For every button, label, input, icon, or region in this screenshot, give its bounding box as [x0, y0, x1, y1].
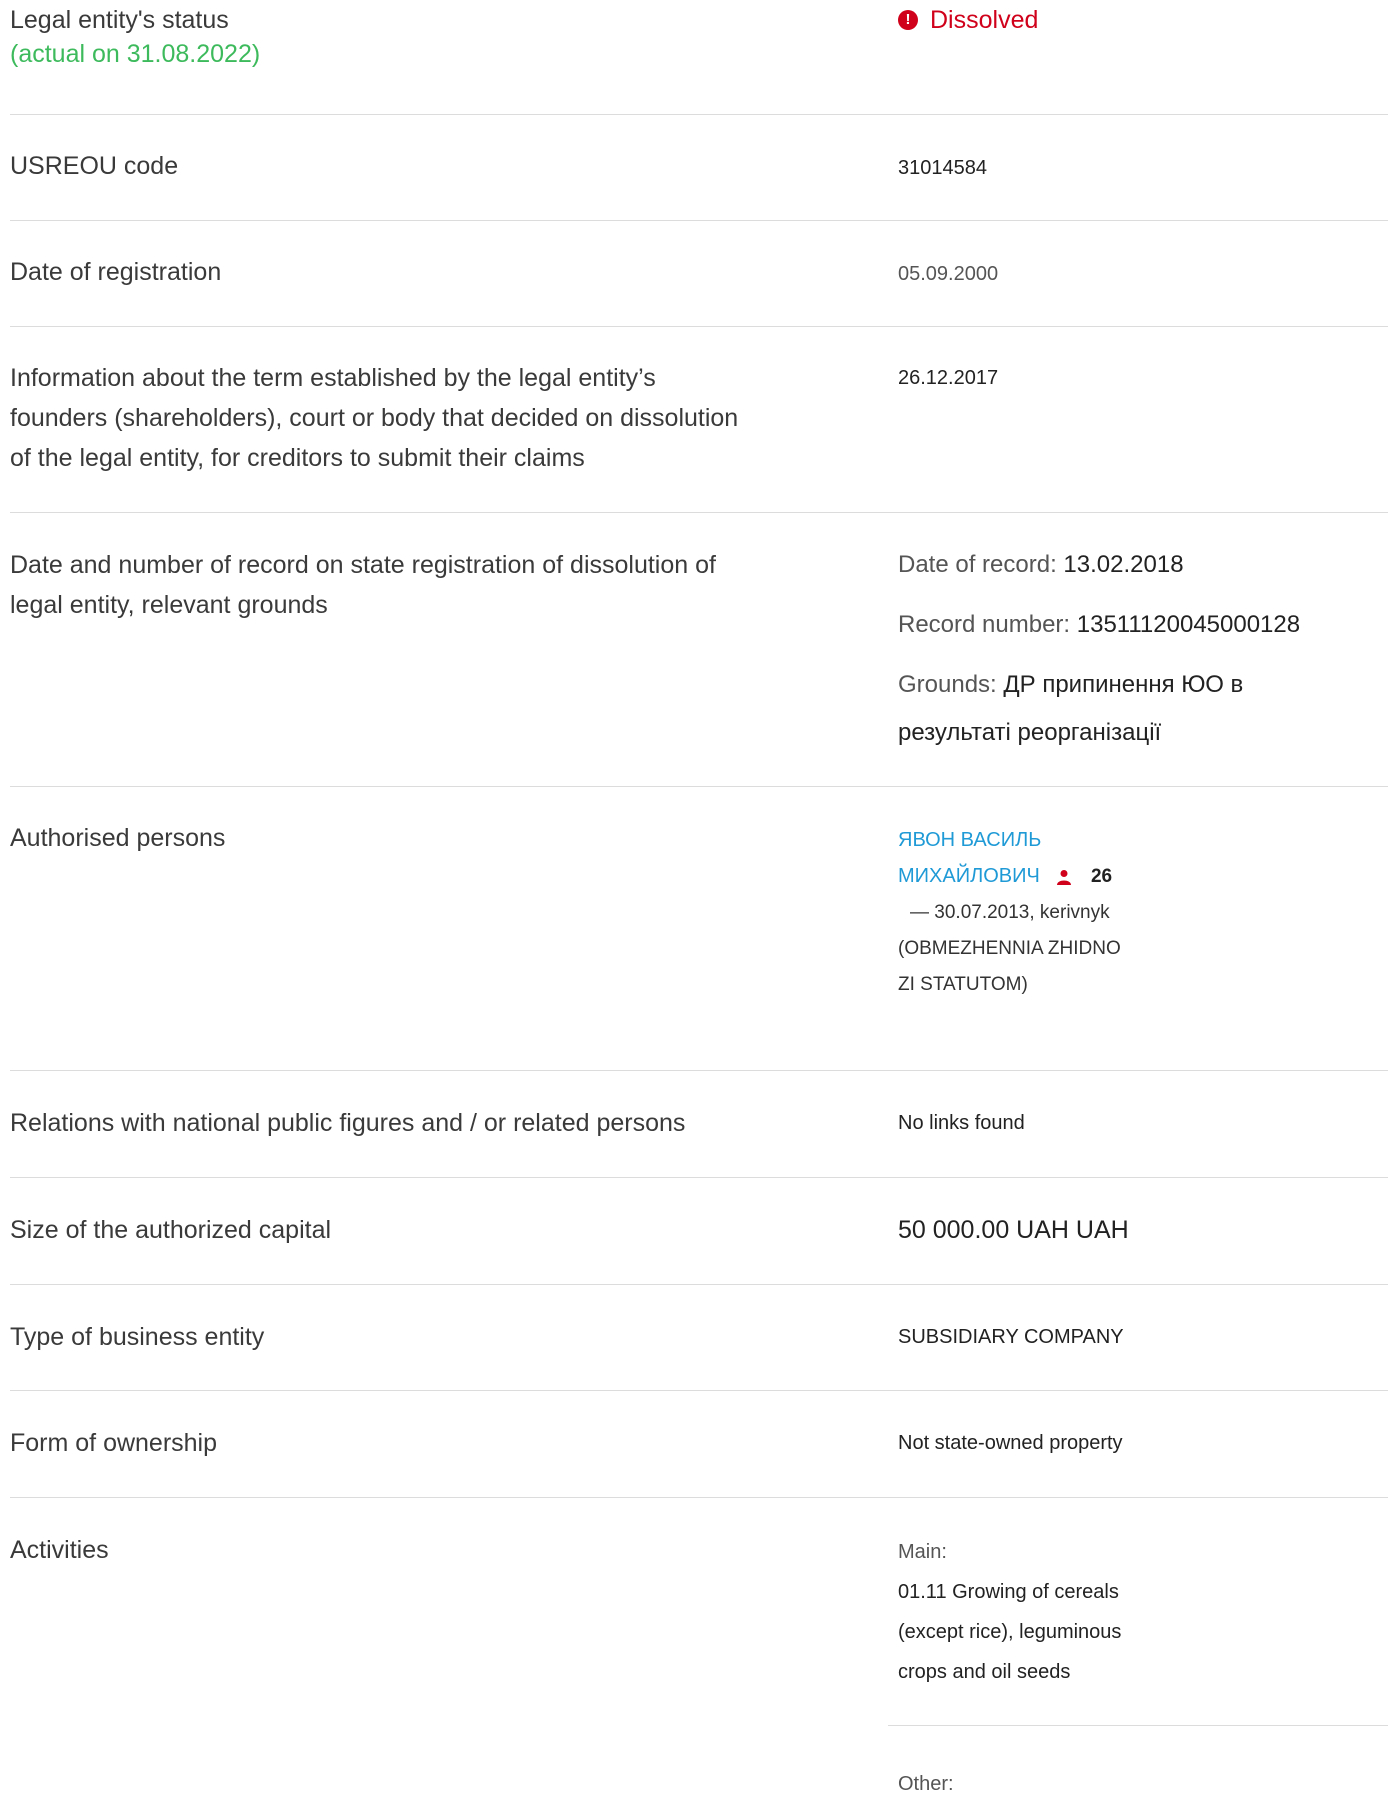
registration-value: 05.09.2000 — [898, 263, 999, 285]
record-grounds-line2: результаті реорганізації — [898, 719, 1162, 746]
registration-row: Date of registration 05.09.2000 — [10, 252, 1388, 292]
record-grounds-line1: ДР припинення ЮО в — [1003, 671, 1244, 698]
status-text: Dissolved — [930, 6, 1039, 34]
status-row: Legal entity's status (actual on 31.08.2… — [10, 0, 1388, 102]
dissolution-label-line1: Date and number of record on state regis… — [10, 551, 716, 579]
status-actual-date: (actual on 31.08.2022) — [10, 40, 261, 68]
person-detail-line3: ZI STATUTOM) — [898, 974, 1028, 995]
divider — [10, 1284, 1388, 1285]
usreou-value: 31014584 — [898, 157, 987, 179]
person-detail-line2: (OBMEZHENNIA ZHIDNO — [898, 938, 1121, 959]
divider — [10, 1177, 1388, 1178]
ownership-row: Form of ownership Not state-owned proper… — [10, 1423, 1388, 1463]
creditors-term-label-line2: founders (shareholders), court or body t… — [10, 404, 739, 432]
authorised-person: ЯВОН ВАСИЛЬ МИХАЙЛОВИЧ 26 — 30.07.2013, … — [898, 822, 1121, 1003]
business-type-value: SUBSIDIARY COMPANY — [898, 1326, 1124, 1348]
creditors-term-label-line1: Information about the term established b… — [10, 364, 656, 392]
usreou-row: USREOU code 31014584 — [10, 146, 1388, 186]
authorised-persons-row: Authorised persons ЯВОН ВАСИЛЬ МИХАЙЛОВИ… — [10, 818, 1388, 1058]
relations-label: Relations with national public figures a… — [10, 1109, 686, 1137]
creditors-term-label-line3: of the legal entity, for creditors to su… — [10, 444, 585, 472]
registration-label: Date of registration — [10, 258, 222, 286]
divider — [10, 114, 1388, 115]
activities-main: Main: 01.11 Growing of cereals (except r… — [898, 1532, 1121, 1692]
activities-other-label: Other: — [898, 1773, 954, 1795]
alert-circle-icon: ! — [898, 10, 918, 30]
record-number-value: 13511120045000128 — [1076, 611, 1301, 638]
record-grounds-label: Grounds: — [898, 671, 997, 698]
divider — [10, 220, 1388, 221]
person-name-link-line1[interactable]: ЯВОН ВАСИЛЬ — [898, 829, 1041, 851]
activities-label: Activities — [10, 1536, 109, 1564]
person-count: 26 — [1090, 866, 1113, 887]
authorised-label: Authorised persons — [10, 824, 226, 852]
capital-row: Size of the authorized capital 50 000.00… — [10, 1210, 1388, 1250]
activities-row: Activities Main: 01.11 Growing of cereal… — [10, 1530, 1388, 1795]
activities-main-label: Main: — [898, 1541, 947, 1563]
divider — [10, 786, 1388, 787]
status-value: ! Dissolved — [898, 0, 1038, 40]
person-name-link-line2[interactable]: МИХАЙЛОВИЧ — [898, 865, 1040, 887]
record-date-label: Date of record: — [898, 551, 1057, 578]
capital-value: 50 000.00 UAH UAH — [898, 1216, 1129, 1244]
divider — [10, 1070, 1388, 1071]
relations-row: Relations with national public figures a… — [10, 1103, 1388, 1143]
record-number: Record number: 13511120045000128 — [898, 607, 1300, 643]
activity-main-line3: crops and oil seeds — [898, 1661, 1071, 1683]
activity-main-line2: (except rice), leguminous — [898, 1621, 1122, 1643]
record-number-label: Record number: — [898, 611, 1071, 638]
record-grounds: Grounds: ДР припинення ЮО в — [898, 667, 1243, 703]
business-type-label: Type of business entity — [10, 1323, 265, 1351]
ownership-label: Form of ownership — [10, 1429, 218, 1457]
creditors-term-row: Information about the term established b… — [10, 358, 1388, 478]
usreou-label: USREOU code — [10, 152, 179, 180]
capital-label: Size of the authorized capital — [10, 1216, 332, 1244]
divider — [10, 1497, 1388, 1498]
activity-main-line1: 01.11 Growing of cereals — [898, 1581, 1119, 1603]
dissolution-record-row: Date and number of record on state regis… — [10, 545, 1388, 765]
record-date-value: 13.02.2018 — [1063, 551, 1184, 578]
relations-value: No links found — [898, 1112, 1025, 1134]
record-date: Date of record: 13.02.2018 — [898, 547, 1184, 583]
divider — [10, 1390, 1388, 1391]
person-detail-line1: — 30.07.2013, kerivnyk — [910, 902, 1110, 923]
divider — [10, 326, 1388, 327]
dissolution-label-line2: legal entity, relevant grounds — [10, 591, 328, 619]
activities-inner-divider — [888, 1725, 1388, 1726]
person-icon — [1057, 869, 1072, 885]
business-type-row: Type of business entity SUBSIDIARY COMPA… — [10, 1317, 1388, 1357]
ownership-value: Not state-owned property — [898, 1432, 1123, 1454]
creditors-term-value: 26.12.2017 — [898, 367, 999, 389]
divider — [10, 512, 1388, 513]
